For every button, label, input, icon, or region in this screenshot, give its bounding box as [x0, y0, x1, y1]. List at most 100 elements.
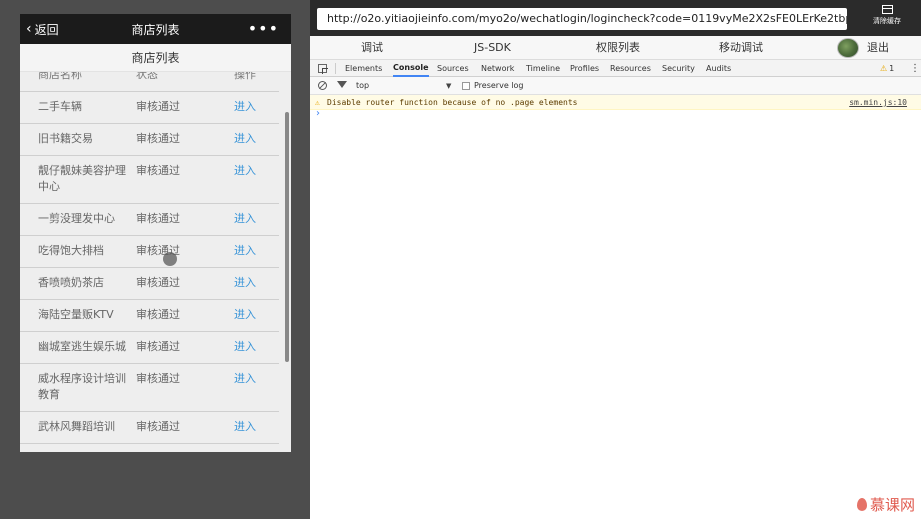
warning-counter[interactable]: ⚠ 1 — [880, 60, 894, 77]
enter-link[interactable]: 进入 — [234, 132, 256, 145]
shop-name: 海陆空量贩KTV — [20, 299, 136, 332]
clear-console-icon[interactable] — [318, 81, 327, 90]
menu-jssdk[interactable]: JS-SDK — [474, 36, 511, 60]
menu-mobile-debug[interactable]: 移动调试 — [719, 36, 763, 60]
shop-status: 审核通过 — [136, 411, 234, 444]
preserve-log-label: Preserve log — [474, 81, 524, 90]
back-label: 返回 — [34, 22, 59, 37]
shop-status: 审核通过 — [136, 267, 234, 300]
tab-audits[interactable]: Audits — [706, 60, 731, 77]
touch-cursor — [163, 252, 177, 266]
shop-name: 香喷喷奶茶店 — [20, 267, 136, 300]
logout-button[interactable]: 退出 — [867, 36, 889, 60]
column-header-action: 操作 — [234, 72, 279, 92]
enter-link[interactable]: 进入 — [234, 340, 256, 353]
table-row: 旧书籍交易 审核通过 进入 — [20, 123, 279, 156]
shop-name: 二手车辆 — [20, 91, 136, 124]
enter-link[interactable]: 进入 — [234, 212, 256, 225]
tab-security[interactable]: Security — [662, 60, 695, 77]
console-warning: ⚠ Disable router function because of no … — [310, 95, 921, 110]
table-row: 一剪没理发中心 审核通过 进入 — [20, 203, 279, 236]
shop-status: 审核通过 — [136, 235, 234, 268]
table-row: 武林风舞蹈培训 审核通过 进入 — [20, 411, 279, 444]
shop-name: 一剪没理发中心 — [20, 203, 136, 236]
enter-link[interactable]: 进入 — [234, 100, 256, 113]
shop-status: 审核通过 — [136, 91, 234, 124]
action-cell: 进入 — [234, 123, 279, 156]
more-icon[interactable]: ••• — [248, 21, 279, 37]
shop-status: 审核通过 — [136, 123, 234, 156]
warning-count: 1 — [889, 64, 895, 73]
tab-elements[interactable]: Elements — [345, 60, 382, 77]
shop-status: 审核通过 — [136, 443, 234, 452]
action-cell: 进入 — [234, 203, 279, 236]
action-cell: 进入 — [234, 363, 279, 412]
enter-link[interactable]: 进入 — [234, 164, 256, 177]
tab-divider — [335, 63, 336, 74]
shop-status: 审核通过 — [136, 363, 234, 412]
filter-icon[interactable] — [337, 81, 347, 88]
shop-status: 审核通过 — [136, 331, 234, 364]
action-cell: 进入 — [234, 91, 279, 124]
tab-network[interactable]: Network — [481, 60, 514, 77]
enter-link[interactable]: 进入 — [234, 244, 256, 257]
action-cell: 进入 — [234, 235, 279, 268]
tab-timeline[interactable]: Timeline — [526, 60, 560, 77]
chevron-left-icon: ‹ — [26, 21, 32, 37]
enter-link[interactable]: 进入 — [234, 308, 256, 321]
clear-cache-icon — [881, 5, 893, 14]
shop-name: 幽城室逃生娱乐城 — [20, 331, 136, 364]
action-cell: 进入 — [234, 155, 279, 204]
column-header-status: 状态 — [136, 72, 234, 92]
context-select[interactable]: top — [356, 77, 369, 95]
tab-console[interactable]: Console — [393, 60, 429, 77]
shop-name: 武林风舞蹈培训 — [20, 411, 136, 444]
clear-cache-button[interactable]: 清除缓存 — [869, 5, 905, 26]
watermark-text: 慕课网 — [869, 496, 915, 514]
list-header-title: 商店列表 — [20, 44, 291, 72]
enter-link[interactable]: 进入 — [234, 276, 256, 289]
menu-permissions[interactable]: 权限列表 — [596, 36, 640, 60]
table-row: 靓仔靓妹美容护理中心 审核通过 进入 — [20, 155, 279, 204]
devtools-menu-icon[interactable]: ⋮ — [910, 60, 920, 77]
enter-link[interactable]: 进入 — [234, 372, 256, 385]
console-toolbar: top ▼ Preserve log — [310, 77, 921, 95]
shop-name: 易行交通工具网 — [20, 443, 136, 452]
action-cell: 进入 — [234, 299, 279, 332]
shop-table-container[interactable]: 商店名称 状态 操作 二手车辆 审核通过 进入 旧书籍交易 审核通过 进入 靓仔靓妹美容护理… — [20, 72, 291, 452]
table-header-row: 商店名称 状态 操作 — [20, 72, 279, 92]
url-input[interactable]: http://o2o.yitiaojieinfo.com/myo2o/wecha… — [317, 8, 847, 30]
inspect-element-icon[interactable] — [318, 64, 328, 74]
watermark-logo: 慕课网 — [856, 494, 915, 515]
avatar — [837, 38, 859, 58]
devtools-tabs: Elements Console Sources Network Timelin… — [310, 60, 921, 77]
column-header-name: 商店名称 — [20, 72, 136, 92]
table-row: 幽城室逃生娱乐城 审核通过 进入 — [20, 331, 279, 364]
tab-resources[interactable]: Resources — [610, 60, 651, 77]
preserve-log-checkbox[interactable] — [462, 82, 470, 90]
flame-icon — [856, 498, 867, 511]
shop-name: 靓仔靓妹美容护理中心 — [20, 155, 136, 204]
preserve-log-toggle[interactable]: Preserve log — [462, 77, 524, 95]
scrollbar[interactable] — [285, 112, 289, 362]
action-cell: 进入 — [234, 443, 279, 452]
warning-source-link[interactable]: sm.min.js:10 — [849, 95, 907, 110]
clear-cache-label: 清除缓存 — [873, 17, 901, 25]
enter-link[interactable]: 进入 — [234, 420, 256, 433]
table-row: 易行交通工具网审核通过进入 — [20, 443, 279, 452]
devtools-panel: http://o2o.yitiaojieinfo.com/myo2o/wecha… — [310, 0, 921, 519]
shop-status: 审核通过 — [136, 299, 234, 332]
action-cell: 进入 — [234, 331, 279, 364]
tab-profiles[interactable]: Profiles — [570, 60, 599, 77]
context-dropdown-icon[interactable]: ▼ — [446, 77, 451, 95]
menu-debug[interactable]: 调试 — [361, 36, 383, 60]
table-row: 海陆空量贩KTV 审核通过 进入 — [20, 299, 279, 332]
action-cell: 进入 — [234, 411, 279, 444]
table-row: 威水程序设计培训教育 审核通过 进入 — [20, 363, 279, 412]
shop-name: 威水程序设计培训教育 — [20, 363, 136, 412]
tool-menu: 调试 JS-SDK 权限列表 移动调试 退出 — [310, 36, 921, 60]
back-button[interactable]: ‹ 返回 — [20, 21, 59, 38]
warning-icon: ⚠ — [880, 64, 888, 73]
console-prompt[interactable]: › — [316, 108, 320, 120]
tab-sources[interactable]: Sources — [437, 60, 469, 77]
